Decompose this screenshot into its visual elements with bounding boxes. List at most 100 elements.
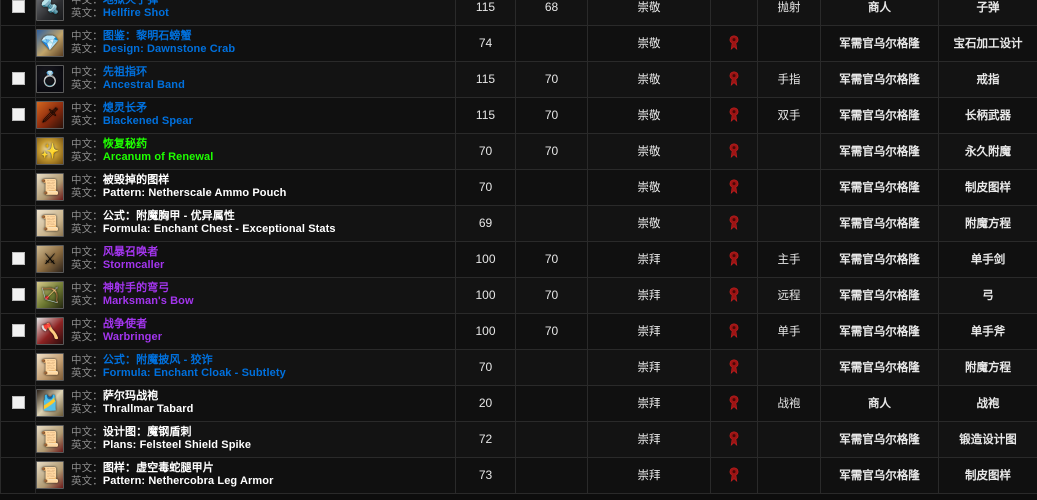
row-select-cell[interactable]: [0, 0, 36, 26]
item-cell[interactable]: ✨ 中文：恢复秘药 英文：Arcanum of Renewal: [35, 133, 456, 170]
table-row[interactable]: 🗡 中文：熄灵长矛 英文：Blackened Spear 115 70 崇敬 双手 军需官乌尔…: [0, 97, 1037, 134]
item-type-cell: 永久附魔: [938, 133, 1037, 170]
item-name-cn[interactable]: 风暴召唤者: [103, 246, 159, 258]
item-name-en[interactable]: Thrallmar Tabard: [103, 403, 194, 415]
item-cell[interactable]: 🎽 中文：萨尔玛战袍 英文：Thrallmar Tabard: [35, 385, 456, 422]
item-name-en[interactable]: Arcanum of Renewal: [103, 151, 214, 163]
item-name-cn[interactable]: 神射手的弯弓: [103, 282, 170, 294]
row-select-cell[interactable]: [0, 277, 36, 314]
table-row[interactable]: ✨ 中文：恢复秘药 英文：Arcanum of Renewal 70 70 崇敬 军需官乌尔…: [0, 133, 1037, 170]
row-select-cell[interactable]: [0, 349, 36, 386]
row-select-cell[interactable]: [0, 25, 36, 62]
plans-scroll-icon[interactable]: 📜: [36, 425, 64, 453]
item-name-cn[interactable]: 萨尔玛战袍: [103, 390, 159, 402]
reputation-cell: 崇敬: [587, 61, 711, 98]
formula-scroll-icon[interactable]: 📜: [36, 353, 64, 381]
axe-icon[interactable]: 🪓: [36, 317, 64, 345]
row-select-cell[interactable]: [0, 313, 36, 350]
item-name-en[interactable]: Plans: Felsteel Shield Spike: [103, 439, 251, 451]
item-name-en[interactable]: Formula: Enchant Chest - Exceptional Sta…: [103, 223, 336, 235]
item-type-cell: 单手剑: [938, 241, 1037, 278]
table-row[interactable]: 📜 中文：图样：虚空毒蛇腿甲片 英文：Pattern: Nethercobra Le…: [0, 457, 1037, 494]
sword-icon[interactable]: ⚔: [36, 245, 64, 273]
item-name-cn[interactable]: 熄灵长矛: [103, 102, 147, 114]
table-row[interactable]: 🔩 中文：地狱火子弹英文：Hellfire Shot 11568崇敬 抛射商人子弹: [0, 0, 1037, 26]
table-row[interactable]: 💍 中文：先祖指环 英文：Ancestral Band 115 70 崇敬 手指 军需官乌尔格…: [0, 61, 1037, 98]
horde-emblem-icon: [727, 143, 741, 159]
item-name-cn[interactable]: 恢复秘药: [103, 138, 147, 150]
item-level-cell: 74: [455, 25, 516, 62]
item-name-cn[interactable]: 设计图：魔钢盾刺: [103, 426, 192, 438]
item-name-cn[interactable]: 公式：附魔披风 - 狡诈: [103, 354, 213, 366]
item-name-en[interactable]: Ancestral Band: [103, 79, 185, 91]
en-label: 英文：: [71, 259, 103, 271]
row-checkbox[interactable]: [11, 108, 25, 122]
item-name-en[interactable]: Pattern: Nethercobra Leg Armor: [103, 475, 274, 487]
row-checkbox[interactable]: [11, 396, 25, 410]
row-checkbox[interactable]: [11, 324, 25, 338]
item-cell[interactable]: 🗡 中文：熄灵长矛 英文：Blackened Spear: [35, 97, 456, 134]
pattern-scroll-icon[interactable]: 📜: [36, 461, 64, 489]
table-row[interactable]: 🎽 中文：萨尔玛战袍 英文：Thrallmar Tabard 20 崇拜 战袍 商人 战袍: [0, 385, 1037, 422]
item-name-cn[interactable]: 图鉴：黎明石螃蟹: [103, 30, 192, 42]
table-row[interactable]: 🪓 中文：战争使者 英文：Warbringer 100 70 崇拜 单手 军需官乌尔格隆 单手斧: [0, 313, 1037, 350]
ring-icon[interactable]: 💍: [36, 65, 64, 93]
item-name-cn[interactable]: 公式：附魔胸甲 - 优异属性: [103, 210, 235, 222]
item-cell[interactable]: ⚔ 中文：风暴召唤者 英文：Stormcaller: [35, 241, 456, 278]
item-name-cn[interactable]: 战争使者: [103, 318, 147, 330]
item-cell[interactable]: 🔩 中文：地狱火子弹英文：Hellfire Shot: [35, 0, 456, 26]
item-name-cn[interactable]: 先祖指环: [103, 66, 147, 78]
row-select-cell[interactable]: [0, 205, 36, 242]
table-row[interactable]: ⚔ 中文：风暴召唤者 英文：Stormcaller 100 70 崇拜 主手 军需官乌尔格隆单…: [0, 241, 1037, 278]
spear-icon[interactable]: 🗡: [36, 101, 64, 129]
bullet-icon[interactable]: 🔩: [36, 0, 64, 21]
table-row[interactable]: 📜 中文：公式：附魔披风 - 狡诈 英文：Formula: Enchant Cloa…: [0, 349, 1037, 386]
design-scroll-icon[interactable]: 💎: [36, 29, 64, 57]
item-name-en-row: 英文：Formula: Enchant Chest - Exceptional …: [71, 223, 336, 236]
item-name-cn[interactable]: 被毁掉的图样: [103, 174, 170, 186]
item-name-en[interactable]: Blackened Spear: [103, 115, 193, 127]
row-checkbox[interactable]: [11, 288, 25, 302]
row-select-cell[interactable]: [0, 457, 36, 494]
row-select-cell[interactable]: [0, 133, 36, 170]
table-row[interactable]: 📜 中文：设计图：魔钢盾刺 英文：Plans: Felsteel Shield Sp…: [0, 421, 1037, 458]
row-select-cell[interactable]: [0, 61, 36, 98]
table-row[interactable]: 🏹 中文：神射手的弯弓 英文：Marksman's Bow 100 70 崇拜 远程 军需官乌…: [0, 277, 1037, 314]
row-select-cell[interactable]: [0, 385, 36, 422]
item-cell[interactable]: 🪓 中文：战争使者 英文：Warbringer: [35, 313, 456, 350]
table-row[interactable]: 📜 中文：被毁掉的图样 英文：Pattern: Netherscale Ammo P…: [0, 169, 1037, 206]
item-cell[interactable]: 🏹 中文：神射手的弯弓 英文：Marksman's Bow: [35, 277, 456, 314]
row-checkbox[interactable]: [11, 252, 25, 266]
table-row[interactable]: 📜 中文：公式：附魔胸甲 - 优异属性 英文：Formula: Enchant Ch…: [0, 205, 1037, 242]
row-select-cell[interactable]: [0, 421, 36, 458]
item-cell[interactable]: 📜 中文：公式：附魔胸甲 - 优异属性 英文：Formula: Enchant Ch…: [35, 205, 456, 242]
item-cell[interactable]: 📜 中文：被毁掉的图样 英文：Pattern: Netherscale Ammo P…: [35, 169, 456, 206]
item-name-en[interactable]: Warbringer: [103, 331, 162, 343]
row-select-cell[interactable]: [0, 169, 36, 206]
slot-cell: 主手: [757, 241, 821, 278]
table-row[interactable]: 💎 中文：图鉴：黎明石螃蟹 英文：Design: Dawnstone Crab 74 崇…: [0, 25, 1037, 62]
item-cell[interactable]: 💍 中文：先祖指环 英文：Ancestral Band: [35, 61, 456, 98]
item-name-cn[interactable]: 地狱火子弹: [103, 0, 159, 6]
row-checkbox[interactable]: [11, 0, 25, 14]
icon-glyph: 📜: [40, 358, 60, 376]
row-select-cell[interactable]: [0, 97, 36, 134]
arcanum-icon[interactable]: ✨: [36, 137, 64, 165]
item-name-en[interactable]: Hellfire Shot: [103, 7, 169, 19]
formula-scroll-icon[interactable]: 📜: [36, 209, 64, 237]
item-name-en[interactable]: Formula: Enchant Cloak - Subtlety: [103, 367, 286, 379]
row-checkbox[interactable]: [11, 72, 25, 86]
pattern-scroll-icon[interactable]: 📜: [36, 173, 64, 201]
item-name-cn[interactable]: 图样：虚空毒蛇腿甲片: [103, 462, 214, 474]
bow-icon[interactable]: 🏹: [36, 281, 64, 309]
item-name-en[interactable]: Marksman's Bow: [103, 295, 194, 307]
item-name-en[interactable]: Pattern: Netherscale Ammo Pouch: [103, 187, 287, 199]
tabard-icon[interactable]: 🎽: [36, 389, 64, 417]
item-cell[interactable]: 📜 中文：图样：虚空毒蛇腿甲片 英文：Pattern: Nethercobra Le…: [35, 457, 456, 494]
item-cell[interactable]: 📜 中文：设计图：魔钢盾刺 英文：Plans: Felsteel Shield Sp…: [35, 421, 456, 458]
item-cell[interactable]: 📜 中文：公式：附魔披风 - 狡诈 英文：Formula: Enchant Cloa…: [35, 349, 456, 386]
item-name-en[interactable]: Design: Dawnstone Crab: [103, 43, 235, 55]
row-select-cell[interactable]: [0, 241, 36, 278]
item-name-en[interactable]: Stormcaller: [103, 259, 165, 271]
item-cell[interactable]: 💎 中文：图鉴：黎明石螃蟹 英文：Design: Dawnstone Crab: [35, 25, 456, 62]
